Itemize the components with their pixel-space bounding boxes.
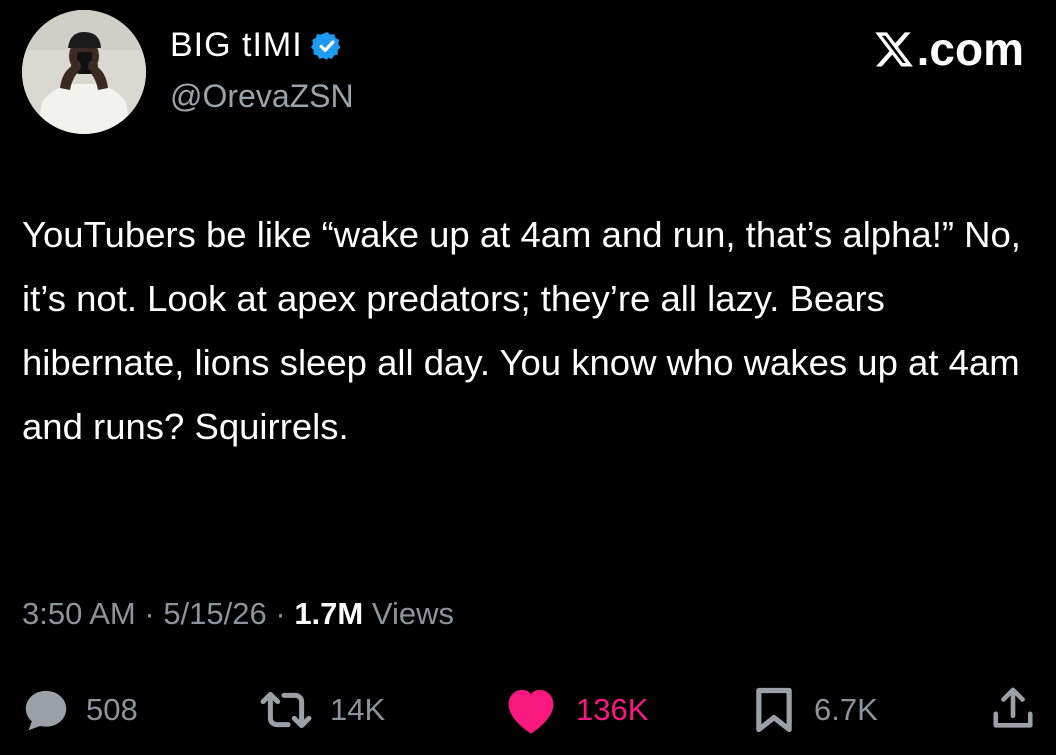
like-button[interactable]: 136K — [500, 680, 648, 740]
views-count: 1.7M — [294, 596, 364, 631]
bookmark-icon — [756, 687, 792, 733]
reply-icon — [25, 690, 67, 731]
tweet-date[interactable]: 5/15/26 — [163, 596, 266, 631]
tweet-time[interactable]: 3:50 AM — [22, 596, 136, 631]
author-handle[interactable]: @OrevaZSN — [170, 78, 354, 115]
repost-count: 14K — [330, 692, 386, 727]
brand-label: .com — [916, 23, 1024, 75]
profile-photo — [22, 10, 146, 134]
meta-separator: · — [266, 596, 295, 631]
repost-button[interactable]: 14K — [256, 680, 385, 740]
views-label: Views — [363, 596, 454, 631]
reply-count: 508 — [86, 692, 138, 727]
action-bar: 508 14K 136K 6.7K — [0, 680, 1056, 740]
meta-separator: · — [135, 596, 164, 631]
share-button[interactable] — [990, 680, 1036, 740]
like-count: 136K — [576, 692, 649, 727]
verified-badge-icon — [310, 31, 341, 60]
x-logo-icon — [874, 32, 913, 67]
avatar[interactable] — [22, 10, 146, 134]
reply-button[interactable]: 508 — [20, 680, 138, 740]
repost-icon — [260, 691, 312, 729]
display-name[interactable]: BIG tIMI — [170, 26, 303, 65]
heart-icon — [508, 689, 554, 734]
share-icon — [993, 687, 1033, 728]
bookmark-button[interactable]: 6.7K — [748, 680, 878, 740]
tweet-meta: 3:50 AM · 5/15/26 · 1.7M Views — [22, 596, 454, 632]
tweet-text: YouTubers be like “wake up at 4am and ru… — [22, 214, 1021, 447]
author-name-row[interactable]: BIG tIMI — [170, 26, 343, 65]
bookmark-count: 6.7K — [814, 692, 878, 727]
brand-watermark: .com — [873, 22, 1024, 76]
